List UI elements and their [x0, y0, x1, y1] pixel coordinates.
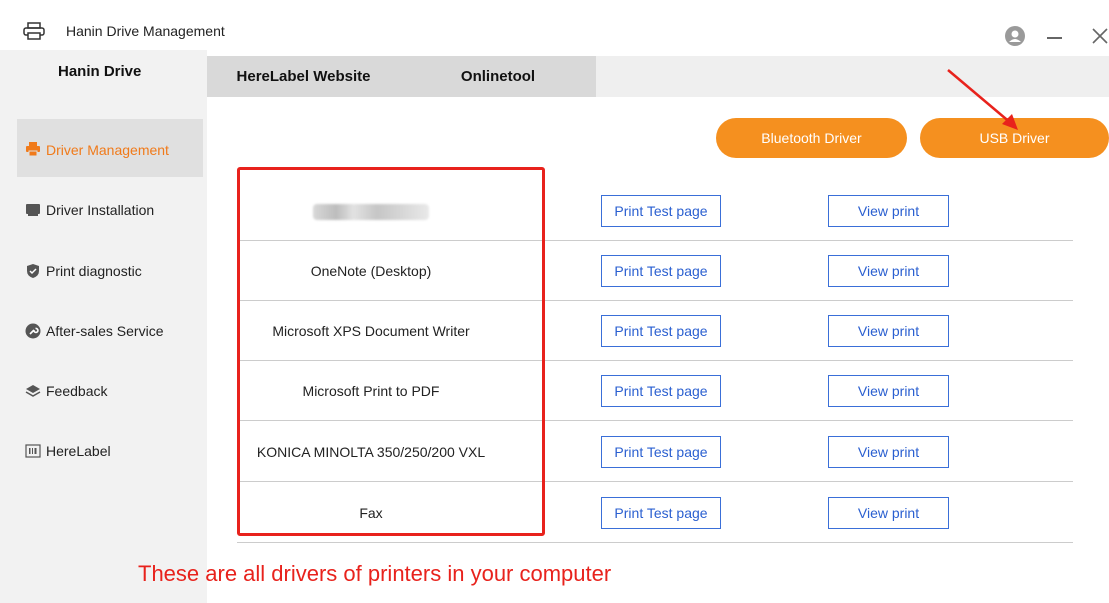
print-test-page-button[interactable]: Print Test page: [601, 375, 721, 407]
print-test-page-button[interactable]: Print Test page: [601, 315, 721, 347]
sidebar-item-print-diagnostic[interactable]: Print diagnostic: [17, 242, 203, 300]
sidebar-item-label: Driver Management: [46, 142, 169, 158]
sidebar: Driver Management Driver Installation Pr…: [0, 97, 207, 603]
annotation-caption: These are all drivers of printers in you…: [138, 561, 612, 586]
sidebar-item-driver-management[interactable]: Driver Management: [17, 119, 203, 177]
layers-icon: [25, 385, 41, 397]
view-print-button[interactable]: View print: [828, 315, 949, 347]
sidebar-item-label: HereLabel: [46, 443, 111, 459]
close-icon[interactable]: [1092, 28, 1108, 44]
tab-hanin-drive[interactable]: Hanin Drive: [0, 50, 207, 97]
tab-herelabel-website[interactable]: HereLabel Website: [207, 56, 400, 97]
print-test-page-button[interactable]: Print Test page: [601, 436, 721, 468]
shield-icon: [27, 264, 39, 278]
sidebar-item-after-sales-service[interactable]: After-sales Service: [17, 302, 203, 360]
tab-bar-filler: [596, 56, 1109, 97]
minimize-icon[interactable]: [1047, 37, 1062, 39]
monitor-icon: [26, 204, 40, 216]
bluetooth-driver-button[interactable]: Bluetooth Driver: [716, 118, 907, 158]
print-test-page-button[interactable]: Print Test page: [601, 497, 721, 529]
wrench-icon: [25, 323, 41, 339]
sidebar-item-label: After-sales Service: [46, 323, 164, 339]
sidebar-item-label: Driver Installation: [46, 202, 155, 218]
sidebar-item-driver-installation[interactable]: Driver Installation: [17, 181, 203, 239]
view-print-button[interactable]: View print: [828, 255, 949, 287]
barcode-icon: [25, 444, 41, 458]
printer-icon: [26, 142, 40, 157]
sidebar-item-label: Feedback: [46, 383, 108, 399]
print-test-page-button[interactable]: Print Test page: [601, 255, 721, 287]
tab-onlinetool[interactable]: Onlinetool: [400, 56, 596, 97]
app-window: Hanin Drive Management Hanin Drive HereL…: [0, 0, 1109, 603]
view-print-button[interactable]: View print: [828, 195, 949, 227]
view-print-button[interactable]: View print: [828, 497, 949, 529]
sidebar-item-label: Print diagnostic: [46, 263, 142, 279]
highlight-box: [237, 167, 545, 536]
title-bar: Hanin Drive Management: [0, 0, 1109, 50]
printer-icon: [23, 22, 45, 40]
tab-hanin-drive-label: Hanin Drive: [58, 63, 142, 80]
arrow-icon: [947, 69, 1018, 130]
sidebar-item-herelabel[interactable]: HereLabel: [17, 422, 203, 480]
sidebar-item-feedback[interactable]: Feedback: [17, 362, 203, 420]
view-print-button[interactable]: View print: [828, 436, 949, 468]
window-title: Hanin Drive Management: [66, 23, 225, 39]
print-test-page-button[interactable]: Print Test page: [601, 195, 721, 227]
user-icon[interactable]: [1005, 26, 1025, 46]
view-print-button[interactable]: View print: [828, 375, 949, 407]
